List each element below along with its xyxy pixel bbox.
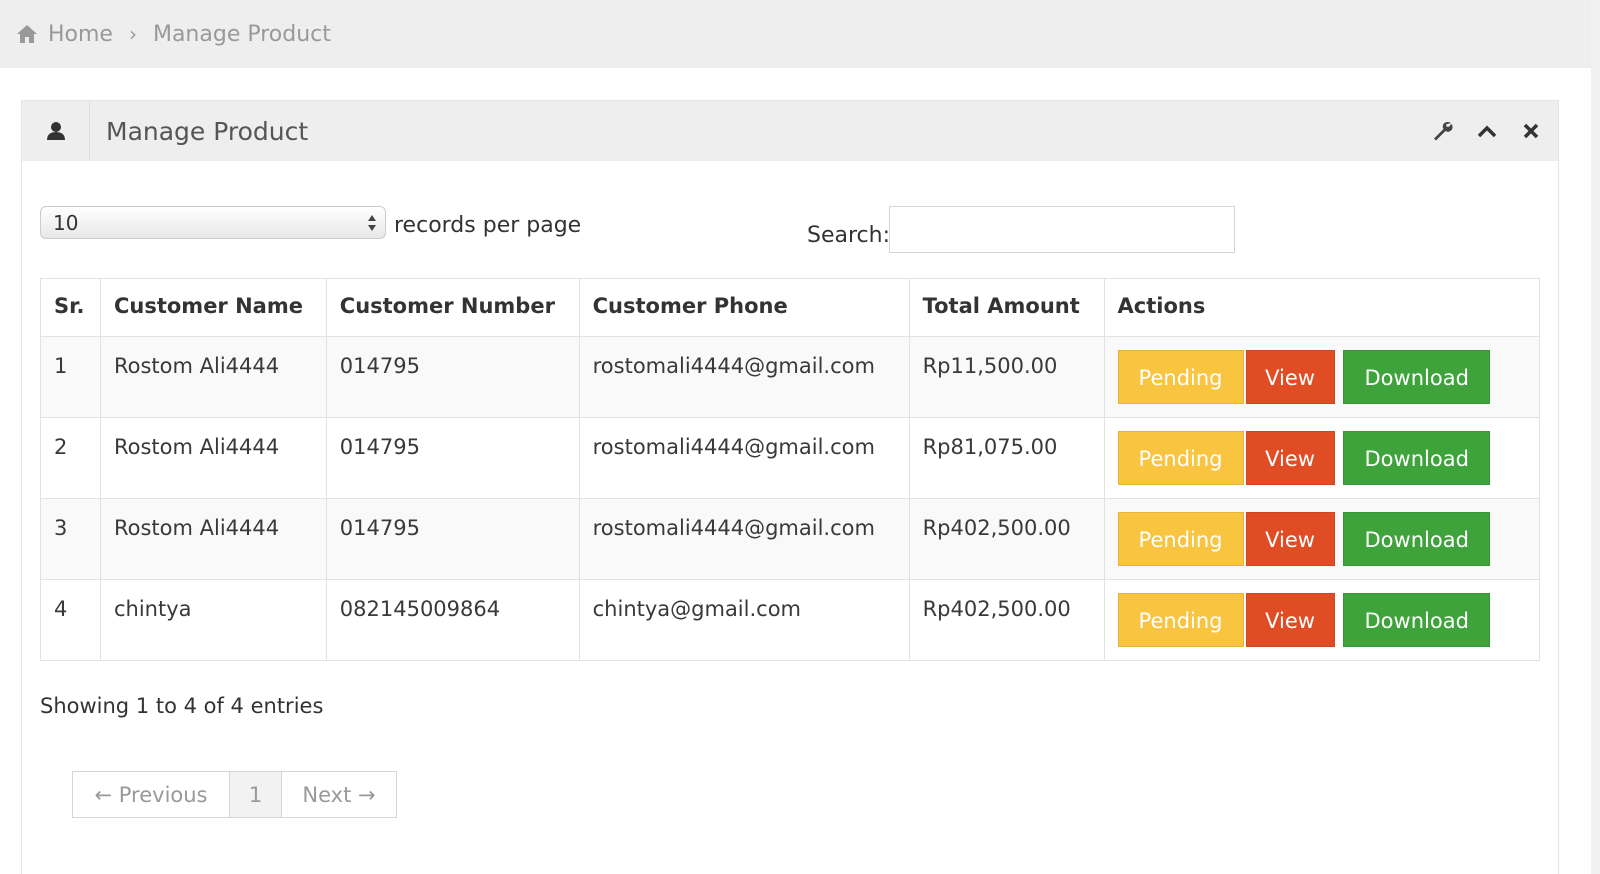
view-button[interactable]: View xyxy=(1245,350,1335,404)
table-row: 2 Rostom Ali4444 014795 rostomali4444@gm… xyxy=(40,417,1541,499)
widget-header: Manage Product xyxy=(22,101,1558,161)
cell-total-amount: Rp402,500.00 xyxy=(908,498,1105,580)
download-button[interactable]: Download xyxy=(1343,593,1491,647)
column-header-customer-phone[interactable]: Customer Phone xyxy=(578,278,910,337)
manage-product-widget: Manage Product 10 records per page Searc… xyxy=(21,100,1559,874)
breadcrumb-home-link[interactable]: Home xyxy=(48,22,113,47)
cell-sr: 4 xyxy=(40,579,101,661)
pending-button[interactable]: Pending xyxy=(1117,431,1244,485)
view-button[interactable]: View xyxy=(1245,431,1335,485)
cell-total-amount: Rp81,075.00 xyxy=(908,417,1105,499)
cell-actions: Pending View Download xyxy=(1103,498,1541,580)
cell-sr: 3 xyxy=(40,498,101,580)
search-label: Search: xyxy=(807,223,890,248)
chevron-up-icon[interactable] xyxy=(1476,120,1498,142)
cell-actions: Pending View Download xyxy=(1103,336,1541,418)
table-row: 1 Rostom Ali4444 014795 rostomali4444@gm… xyxy=(40,336,1541,418)
search-input[interactable] xyxy=(889,206,1235,253)
pending-button[interactable]: Pending xyxy=(1117,350,1244,404)
cell-customer-phone: chintya@gmail.com xyxy=(578,579,910,661)
cell-customer-number: 014795 xyxy=(325,336,580,418)
cell-customer-phone: rostomali4444@gmail.com xyxy=(578,417,910,499)
cell-customer-number: 014795 xyxy=(325,498,580,580)
widget-title: Manage Product xyxy=(106,116,309,146)
cell-actions: Pending View Download xyxy=(1103,417,1541,499)
download-button[interactable]: Download xyxy=(1343,431,1491,485)
breadcrumb-current: Manage Product xyxy=(152,21,331,47)
records-per-page-label: records per page xyxy=(394,213,582,238)
cell-sr: 1 xyxy=(40,336,101,418)
download-button[interactable]: Download xyxy=(1343,512,1491,566)
cell-customer-number: 014795 xyxy=(325,417,580,499)
table-row: 4 chintya 082145009864 chintya@gmail.com… xyxy=(40,579,1541,661)
column-header-customer-number[interactable]: Customer Number xyxy=(325,278,580,337)
pending-button[interactable]: Pending xyxy=(1117,512,1244,566)
orders-table: Sr. Customer Name Customer Number Custom… xyxy=(40,278,1541,661)
page-number-button[interactable]: 1 xyxy=(230,772,282,817)
wrench-icon[interactable] xyxy=(1432,120,1454,142)
widget-toolbar xyxy=(1432,101,1542,161)
cell-customer-number: 082145009864 xyxy=(325,579,580,661)
cell-total-amount: Rp11,500.00 xyxy=(908,336,1105,418)
column-header-actions: Actions xyxy=(1103,278,1541,337)
table-row: 3 Rostom Ali4444 014795 rostomali4444@gm… xyxy=(40,498,1541,580)
table-header-row: Sr. Customer Name Customer Number Custom… xyxy=(40,278,1541,337)
cell-total-amount: Rp402,500.00 xyxy=(908,579,1105,661)
column-header-total-amount[interactable]: Total Amount xyxy=(908,278,1105,337)
select-arrows-icon xyxy=(368,215,376,231)
view-button[interactable]: View xyxy=(1245,512,1335,566)
download-button[interactable]: Download xyxy=(1343,350,1491,404)
home-icon xyxy=(17,25,37,43)
records-per-page-select[interactable]: 10 xyxy=(40,206,386,239)
cell-customer-name: Rostom Ali4444 xyxy=(99,336,327,418)
next-page-button[interactable]: Next → xyxy=(282,772,396,817)
cell-customer-phone: rostomali4444@gmail.com xyxy=(578,336,910,418)
records-per-page-value: 10 xyxy=(53,210,79,235)
pagination: ← Previous 1 Next → xyxy=(72,771,397,818)
column-header-sr[interactable]: Sr. xyxy=(40,278,101,337)
cell-customer-name: chintya xyxy=(99,579,327,661)
previous-page-button[interactable]: ← Previous xyxy=(73,772,230,817)
breadcrumb: Home › Manage Product xyxy=(0,0,1600,68)
chevron-right-icon: › xyxy=(128,22,137,46)
pending-button[interactable]: Pending xyxy=(1117,593,1244,647)
cell-actions: Pending View Download xyxy=(1103,579,1541,661)
view-button[interactable]: View xyxy=(1245,593,1335,647)
cell-customer-name: Rostom Ali4444 xyxy=(99,417,327,499)
table-info: Showing 1 to 4 of 4 entries xyxy=(40,694,324,718)
column-header-customer-name[interactable]: Customer Name xyxy=(99,278,327,337)
scrollbar[interactable] xyxy=(1591,0,1600,874)
close-icon[interactable] xyxy=(1520,120,1542,142)
cell-customer-phone: rostomali4444@gmail.com xyxy=(578,498,910,580)
cell-customer-name: Rostom Ali4444 xyxy=(99,498,327,580)
user-icon xyxy=(22,101,90,161)
cell-sr: 2 xyxy=(40,417,101,499)
